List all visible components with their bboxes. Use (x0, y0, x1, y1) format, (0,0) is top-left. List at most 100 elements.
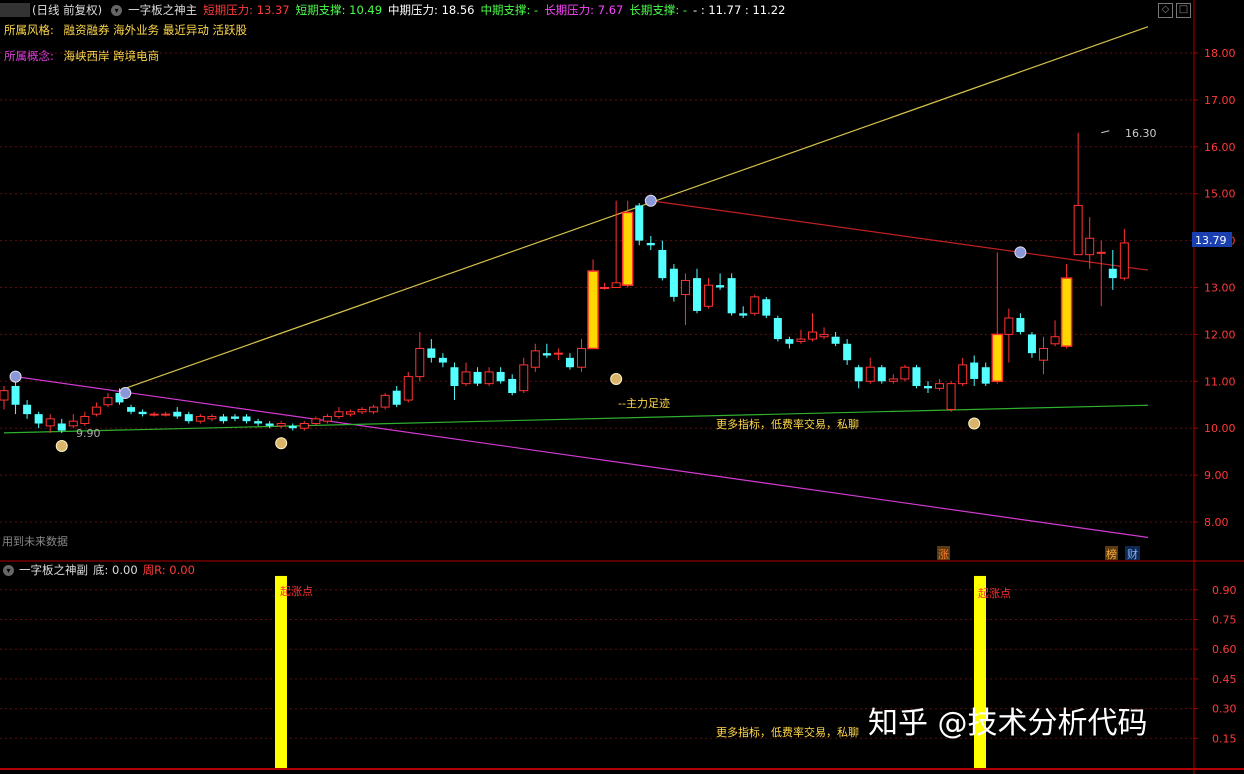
candle-body-down (716, 285, 725, 288)
candle-body-down (658, 249, 667, 279)
candle-body-down (231, 416, 239, 419)
main-tick-label: 16.00 (1204, 141, 1236, 154)
candle-body-down (242, 416, 251, 422)
candle-body-up (1096, 251, 1106, 254)
badge-list-label: 榜 (1106, 547, 1117, 561)
candle-body-down (646, 242, 655, 246)
candle-body-up (519, 364, 529, 392)
chart-canvas[interactable]: 8.009.0010.0011.0012.0013.0014.0015.0016… (0, 0, 1244, 774)
candle-body-down (542, 353, 551, 356)
high-price-label: 16.30 (1125, 127, 1157, 140)
sub-tick-label: 0.90 (1212, 584, 1237, 597)
candle-body-up (1050, 336, 1060, 345)
candle-body-up (403, 376, 413, 401)
current-price-label: 13.79 (1195, 234, 1227, 247)
candle-body-up (888, 378, 898, 382)
candle-body-up (600, 287, 610, 289)
candle-body-down (265, 423, 274, 426)
candle-body-up (311, 418, 321, 425)
candle-body-up (45, 418, 55, 427)
candle-body-up (1119, 242, 1129, 279)
candle-body-up (207, 415, 217, 420)
candle-body-up (299, 423, 309, 429)
candle-body-down (508, 378, 517, 394)
candle-body-down (138, 411, 147, 415)
more-indicators-label: 更多指标，低费率交易，私聊 (716, 417, 859, 431)
candle-body-up (0, 390, 9, 401)
candle-body-down (669, 268, 678, 297)
candle-body-up (900, 366, 910, 380)
candle-body-down (843, 343, 852, 361)
candle-body-up (91, 406, 101, 415)
candle-body-down (924, 385, 932, 389)
candle-body-down (727, 278, 736, 314)
sub-tick-label: 0.15 (1212, 732, 1237, 745)
candle-body-down (427, 348, 436, 358)
candle-body-up (149, 413, 159, 416)
badge-rise-label: 涨 (938, 548, 949, 561)
future-data-note: 用到未来数据 (2, 534, 68, 548)
main-tick-label: 9.00 (1204, 469, 1229, 482)
candle-body-down (23, 404, 32, 415)
candle-body-up (357, 408, 367, 413)
candle-body-down (450, 367, 459, 386)
candle-body-down (739, 313, 748, 316)
candle-body-up (1073, 204, 1083, 256)
badge-finance-label: 财 (1127, 547, 1138, 561)
candle-body-down (173, 411, 182, 417)
candle-body-down (254, 421, 263, 424)
candle-body-limit (587, 270, 599, 350)
candle-body-up (958, 364, 968, 385)
sub-bar-label-2: 起涨点 (978, 587, 1011, 600)
candle-body-down (127, 407, 136, 412)
candle-body-up (1085, 237, 1095, 256)
candle-body-down (184, 414, 193, 422)
sub-more-indicators-label: 更多指标，低费率交易，私聊 (716, 725, 859, 739)
candle-body-down (392, 390, 401, 405)
high-flag-icon (1101, 130, 1110, 134)
candle-body-down (496, 371, 505, 382)
star-marker-icon (644, 194, 657, 207)
candle-body-down (438, 357, 447, 363)
candle-body-up (380, 394, 390, 408)
candle-body-limit (621, 211, 634, 286)
candle-body-up (577, 347, 586, 368)
star-marker-icon (1014, 246, 1027, 259)
candle-body-down (34, 414, 43, 424)
candle-body-up (530, 350, 540, 368)
candle-body-down (1027, 334, 1036, 354)
long-resistance-line (15, 376, 1149, 539)
main-force-label: --主力足迹 (618, 397, 670, 410)
sub-signal-bar (275, 575, 287, 768)
main-tick-label: 8.00 (1204, 516, 1229, 529)
candle-body-down (693, 278, 701, 311)
candle-body-down (565, 357, 574, 368)
candle-body-up (704, 284, 714, 307)
main-tick-label: 11.00 (1204, 375, 1236, 388)
candle-body-up (461, 371, 471, 385)
candle-body-up (415, 347, 425, 378)
low-price-label: 9.90 (76, 427, 101, 440)
candle-body-up (161, 413, 171, 416)
money-bag-icon (610, 372, 623, 385)
candle-body-up (935, 383, 945, 389)
candle-body-down (773, 317, 782, 340)
candle-body-up (103, 397, 113, 406)
candle-body-down (11, 385, 20, 405)
candle-body-up (865, 366, 875, 382)
candle-body-limit (991, 333, 1004, 383)
candle-body-up (346, 411, 355, 415)
candle-body-up (819, 333, 829, 338)
candle-body-up (484, 371, 494, 385)
candle-body-down (1108, 268, 1117, 279)
candle-body-up (750, 296, 760, 314)
main-tick-label: 15.00 (1204, 188, 1236, 201)
star-marker-icon (9, 370, 22, 383)
candle-body-down (970, 362, 979, 379)
candle-body-up (796, 338, 806, 342)
sub-tick-label: 0.45 (1212, 673, 1237, 686)
candle-body-up (1039, 347, 1048, 361)
candle-body-up (1004, 317, 1014, 335)
candle-body-down (912, 367, 921, 386)
candle-body-down (288, 425, 297, 429)
